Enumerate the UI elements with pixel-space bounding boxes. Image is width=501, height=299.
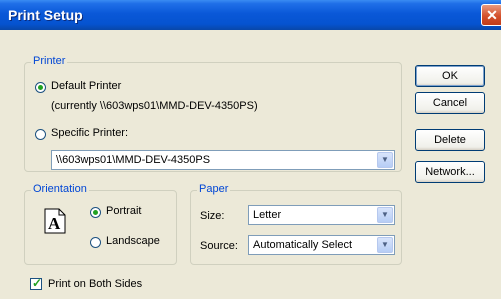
paper-source-value: Automatically Select (253, 239, 353, 251)
both-sides-checkbox[interactable]: ✓ (30, 276, 43, 290)
paper-size-select[interactable]: Letter ▼ (248, 205, 395, 225)
printer-group-label: Printer (31, 55, 68, 67)
ok-button[interactable]: OK (415, 65, 485, 87)
chevron-down-icon[interactable]: ▼ (377, 152, 393, 168)
default-printer-status: (currently \\603wps01\MMD-DEV-4350PS) (51, 100, 258, 112)
both-sides-label[interactable]: Print on Both Sides (48, 278, 142, 290)
chevron-down-icon[interactable]: ▼ (377, 237, 393, 253)
delete-button[interactable]: Delete (415, 129, 485, 151)
window-title: Print Setup (8, 7, 83, 23)
portrait-label[interactable]: Portrait (106, 205, 141, 217)
title-bar[interactable]: Print Setup ✕ (0, 0, 501, 30)
specific-printer-label[interactable]: Specific Printer: (51, 127, 128, 139)
specific-printer-radio[interactable] (35, 129, 46, 140)
specific-printer-select[interactable]: \\603wps01\MMD-DEV-4350PS ▼ (51, 150, 395, 170)
orientation-group-label: Orientation (31, 183, 89, 195)
chevron-down-icon[interactable]: ▼ (377, 207, 393, 223)
check-icon: ✓ (32, 276, 43, 290)
portrait-page-icon: A (44, 208, 66, 234)
default-printer-radio[interactable] (35, 82, 46, 93)
paper-size-value: Letter (253, 209, 282, 221)
paper-size-label: Size: (200, 210, 225, 222)
landscape-radio[interactable] (90, 237, 101, 248)
specific-printer-value: \\603wps01\MMD-DEV-4350PS (56, 154, 211, 166)
close-icon: ✕ (486, 7, 498, 23)
cancel-button[interactable]: Cancel (415, 92, 485, 114)
paper-source-select[interactable]: Automatically Select ▼ (248, 235, 395, 255)
close-button[interactable]: ✕ (481, 4, 501, 26)
network-button[interactable]: Network... (415, 161, 485, 183)
default-printer-label[interactable]: Default Printer (51, 80, 121, 92)
landscape-label[interactable]: Landscape (106, 235, 160, 247)
paper-source-label: Source: (200, 240, 238, 252)
paper-group-label: Paper (197, 183, 231, 195)
svg-text:A: A (48, 214, 61, 233)
portrait-radio[interactable] (90, 207, 101, 218)
